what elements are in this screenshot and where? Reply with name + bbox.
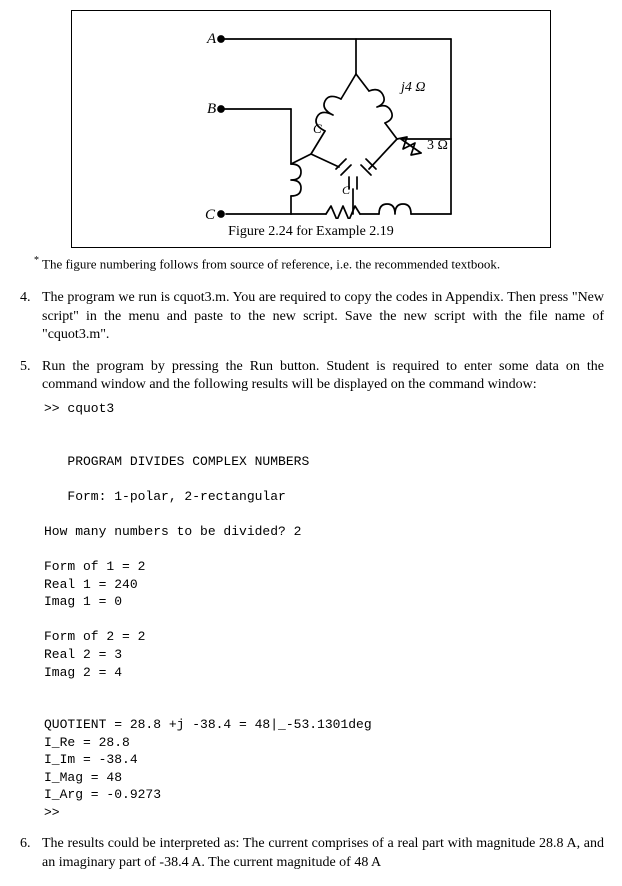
code-line: I_Arg = -0.9273 [44,787,161,802]
code-line: Form of 1 = 2 [44,559,145,574]
code-line: Form of 2 = 2 [44,629,145,644]
instruction-list: 4. The program we run is cquot3.m. You a… [18,289,604,871]
label-c-small2: C [342,183,351,197]
code-line: >> [44,805,60,820]
footnote: * The figure numbering follows from sour… [34,254,604,273]
step-body: The program we run is cquot3.m. You are … [42,290,604,341]
label-b: B [207,101,216,117]
code-line: PROGRAM DIVIDES COMPLEX NUMBERS [44,454,309,469]
code-line: I_Im = -38.4 [44,752,138,767]
page: A B C C C j4 Ω 3 Ω Figure 2.24 for Examp… [0,0,622,872]
command-window-output: >> cquot3 PROGRAM DIVIDES COMPLEX NUMBER… [44,400,604,821]
step-body: Run the program by pressing the Run butt… [42,359,604,392]
step-number: 4. [20,289,31,307]
step-number: 6. [20,835,31,853]
code-line: Real 2 = 3 [44,647,122,662]
code-line: Imag 1 = 0 [44,594,122,609]
circuit-diagram: A B C C C j4 Ω 3 Ω [141,19,481,219]
label-j4: j4 Ω [399,80,426,95]
code-line: I_Re = 28.8 [44,735,130,750]
label-a: A [206,31,217,47]
figure-caption: Figure 2.24 for Example 2.19 [82,223,540,241]
code-line: Form: 1-polar, 2-rectangular [44,489,286,504]
step-5: 5. Run the program by pressing the Run b… [42,358,604,822]
code-line: I_Mag = 48 [44,770,122,785]
figure-box: A B C C C j4 Ω 3 Ω Figure 2.24 for Examp… [71,10,551,248]
code-line: >> cquot3 [44,401,114,416]
code-line: How many numbers to be divided? 2 [44,524,301,539]
step-4: 4. The program we run is cquot3.m. You a… [42,289,604,344]
step-number: 5. [20,358,31,376]
label-r3: 3 Ω [427,138,448,153]
step-6: 6. The results could be interpreted as: … [42,835,604,871]
label-c-bottom: C [205,207,216,219]
label-c-small1: C [313,121,322,136]
code-line: Imag 2 = 4 [44,665,122,680]
footnote-text: The figure numbering follows from source… [42,257,500,272]
footnote-mark: * [34,255,39,266]
step-body: The results could be interpreted as: The… [42,836,604,869]
code-line: QUOTIENT = 28.8 +j -38.4 = 48|_-53.1301d… [44,717,372,732]
code-line: Real 1 = 240 [44,577,138,592]
